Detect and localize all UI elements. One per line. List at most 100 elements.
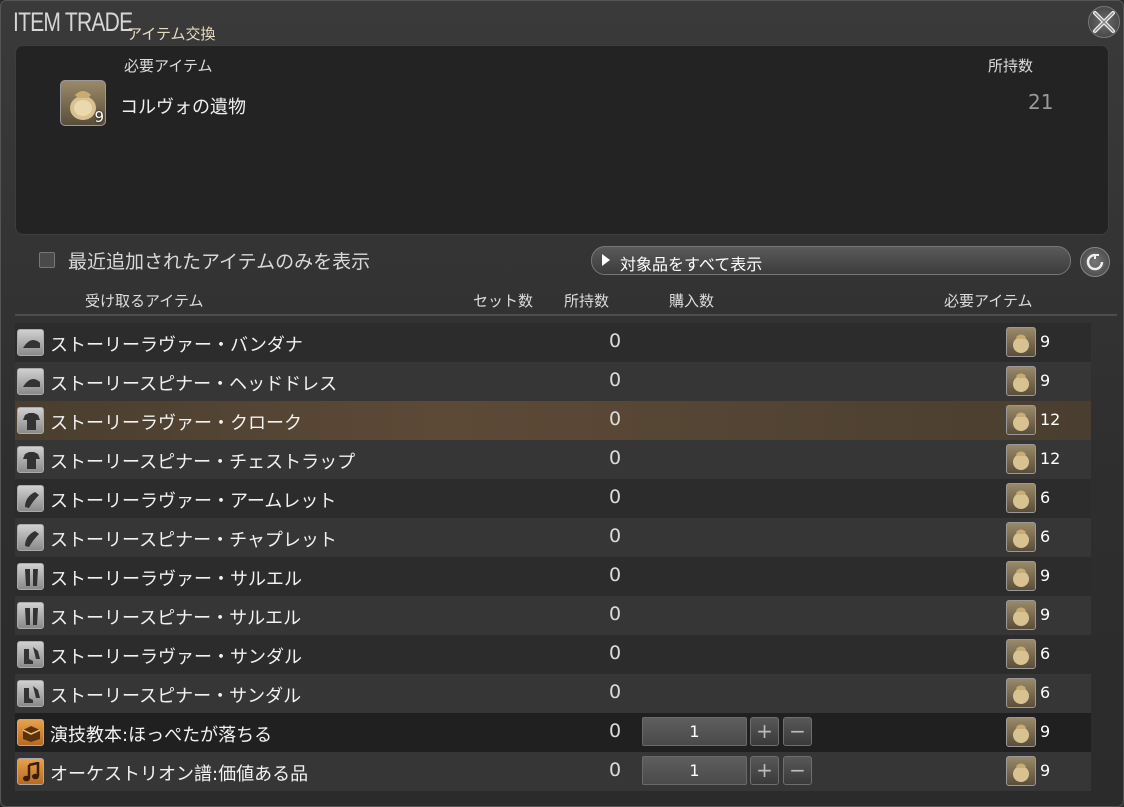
recent-only-label[interactable]: 最近追加されたアイテムのみを表示 bbox=[68, 247, 370, 274]
head-icon bbox=[17, 368, 44, 395]
item-owned: 0 bbox=[609, 681, 622, 703]
legs-icon bbox=[17, 563, 44, 590]
table-row[interactable]: ストーリースピナー・チェストラップ 0 12 bbox=[15, 440, 1091, 479]
bag-icon bbox=[1006, 405, 1036, 435]
cost-count: 12 bbox=[1040, 410, 1061, 429]
required-item-header: 必要アイテム bbox=[124, 57, 213, 75]
feet-icon bbox=[17, 680, 44, 707]
bag-icon bbox=[1006, 327, 1036, 357]
item-name: ストーリーラヴァー・サルエル bbox=[50, 569, 302, 590]
item-name: ストーリースピナー・チェストラップ bbox=[50, 452, 356, 473]
trade-list: ストーリーラヴァー・バンダナ 0 9 ストーリースピナー・ヘッドドレス 0 9 … bbox=[15, 323, 1091, 791]
book-icon bbox=[17, 719, 44, 746]
required-item-owned: 21 bbox=[1028, 90, 1054, 114]
cost-count: 6 bbox=[1040, 527, 1051, 546]
owned-header: 所持数 bbox=[988, 57, 1034, 75]
bag-icon bbox=[1006, 522, 1036, 552]
filter-dropdown[interactable]: 対象品をすべて表示 bbox=[591, 246, 1071, 275]
window-subtitle: アイテム交換 bbox=[127, 25, 216, 43]
music-note-icon bbox=[17, 758, 44, 785]
item-owned: 0 bbox=[609, 330, 622, 352]
header-receive: 受け取るアイテム bbox=[85, 292, 204, 310]
header-owned: 所持数 bbox=[564, 292, 610, 310]
window-title: ITEM TRADE bbox=[13, 7, 133, 37]
table-row[interactable]: ストーリーラヴァー・サルエル 0 9 bbox=[15, 557, 1091, 596]
table-row-selected[interactable]: ストーリーラヴァー・クローク 0 12 bbox=[15, 401, 1091, 440]
table-row[interactable]: 演技教本:ほっぺたが落ちる 0 1 + − 9 bbox=[15, 713, 1091, 752]
item-owned: 0 bbox=[609, 369, 622, 391]
item-trade-window: ITEM TRADE アイテム交換 必要アイテム 所持数 9 コルヴォの遺物 2… bbox=[0, 0, 1124, 807]
bag-icon bbox=[1006, 561, 1036, 591]
table-row[interactable]: オーケストリオン譜:価値ある品 0 1 + − 9 bbox=[15, 752, 1091, 791]
cost-count: 9 bbox=[1040, 761, 1051, 780]
bag-icon bbox=[1006, 444, 1036, 474]
required-item-count: 9 bbox=[94, 108, 104, 126]
bag-icon[interactable]: 9 bbox=[60, 80, 106, 126]
item-name: オーケストリオン譜:価値ある品 bbox=[50, 764, 309, 785]
item-owned: 0 bbox=[609, 720, 622, 742]
header-required: 必要アイテム bbox=[944, 292, 1033, 310]
quantity-input[interactable]: 1 bbox=[642, 717, 747, 746]
bag-icon bbox=[1006, 678, 1036, 708]
hands-icon bbox=[17, 524, 44, 551]
close-icon bbox=[1093, 11, 1115, 33]
cost-count: 9 bbox=[1040, 722, 1051, 741]
bag-icon bbox=[1006, 600, 1036, 630]
item-name: ストーリースピナー・チャプレット bbox=[50, 530, 337, 551]
body-icon bbox=[17, 446, 44, 473]
header-purchase: 購入数 bbox=[669, 292, 715, 310]
refresh-button[interactable] bbox=[1080, 247, 1110, 277]
item-name: ストーリーラヴァー・クローク bbox=[50, 413, 302, 434]
item-name: ストーリースピナー・ヘッドドレス bbox=[50, 374, 338, 395]
bag-icon bbox=[1006, 717, 1036, 747]
filter-dropdown-label: 対象品をすべて表示 bbox=[620, 255, 763, 274]
table-row[interactable]: ストーリースピナー・サンダル 0 6 bbox=[15, 674, 1091, 713]
table-row[interactable]: ストーリースピナー・ヘッドドレス 0 9 bbox=[15, 362, 1091, 401]
item-name: ストーリーラヴァー・アームレット bbox=[50, 491, 337, 512]
decrement-button[interactable]: − bbox=[783, 717, 812, 746]
quantity-input[interactable]: 1 bbox=[642, 756, 747, 785]
cost-count: 9 bbox=[1040, 332, 1051, 351]
cost-count: 12 bbox=[1040, 449, 1061, 468]
table-row[interactable]: ストーリーラヴァー・バンダナ 0 9 bbox=[15, 323, 1091, 362]
body-icon bbox=[17, 407, 44, 434]
cost-count: 6 bbox=[1040, 644, 1051, 663]
increment-button[interactable]: + bbox=[750, 756, 779, 785]
item-owned: 0 bbox=[609, 447, 622, 469]
item-owned: 0 bbox=[609, 486, 622, 508]
bag-icon bbox=[1006, 639, 1036, 669]
table-row[interactable]: ストーリースピナー・サルエル 0 9 bbox=[15, 596, 1091, 635]
item-owned: 0 bbox=[609, 642, 622, 664]
cost-count: 6 bbox=[1040, 488, 1051, 507]
bag-icon bbox=[1006, 366, 1036, 396]
item-name: ストーリーラヴァー・サンダル bbox=[50, 647, 302, 668]
play-arrow-icon bbox=[602, 254, 610, 266]
header-divider bbox=[15, 314, 1117, 316]
refresh-icon bbox=[1086, 253, 1104, 271]
item-owned: 0 bbox=[609, 759, 622, 781]
item-owned: 0 bbox=[609, 408, 622, 430]
header-sets: セット数 bbox=[473, 292, 534, 310]
table-row[interactable]: ストーリーラヴァー・サンダル 0 6 bbox=[15, 635, 1091, 674]
decrement-button[interactable]: − bbox=[783, 756, 812, 785]
table-row[interactable]: ストーリーラヴァー・アームレット 0 6 bbox=[15, 479, 1091, 518]
feet-icon bbox=[17, 641, 44, 668]
item-owned: 0 bbox=[609, 564, 622, 586]
bag-icon bbox=[1006, 483, 1036, 513]
hands-icon bbox=[17, 485, 44, 512]
item-name: ストーリーラヴァー・バンダナ bbox=[50, 335, 303, 356]
required-item-panel: 必要アイテム 所持数 9 コルヴォの遺物 21 bbox=[15, 45, 1109, 235]
legs-icon bbox=[17, 602, 44, 629]
bag-icon bbox=[1006, 756, 1036, 786]
recent-only-checkbox[interactable] bbox=[39, 252, 55, 268]
cost-count: 9 bbox=[1040, 371, 1051, 390]
table-row[interactable]: ストーリースピナー・チャプレット 0 6 bbox=[15, 518, 1091, 557]
cost-count: 9 bbox=[1040, 605, 1051, 624]
increment-button[interactable]: + bbox=[750, 717, 779, 746]
item-name: 演技教本:ほっぺたが落ちる bbox=[50, 725, 273, 746]
item-owned: 0 bbox=[609, 603, 622, 625]
item-owned: 0 bbox=[609, 525, 622, 547]
item-name: ストーリースピナー・サルエル bbox=[50, 608, 302, 629]
close-button[interactable] bbox=[1088, 6, 1120, 38]
required-item-name: コルヴォの遺物 bbox=[120, 97, 246, 118]
